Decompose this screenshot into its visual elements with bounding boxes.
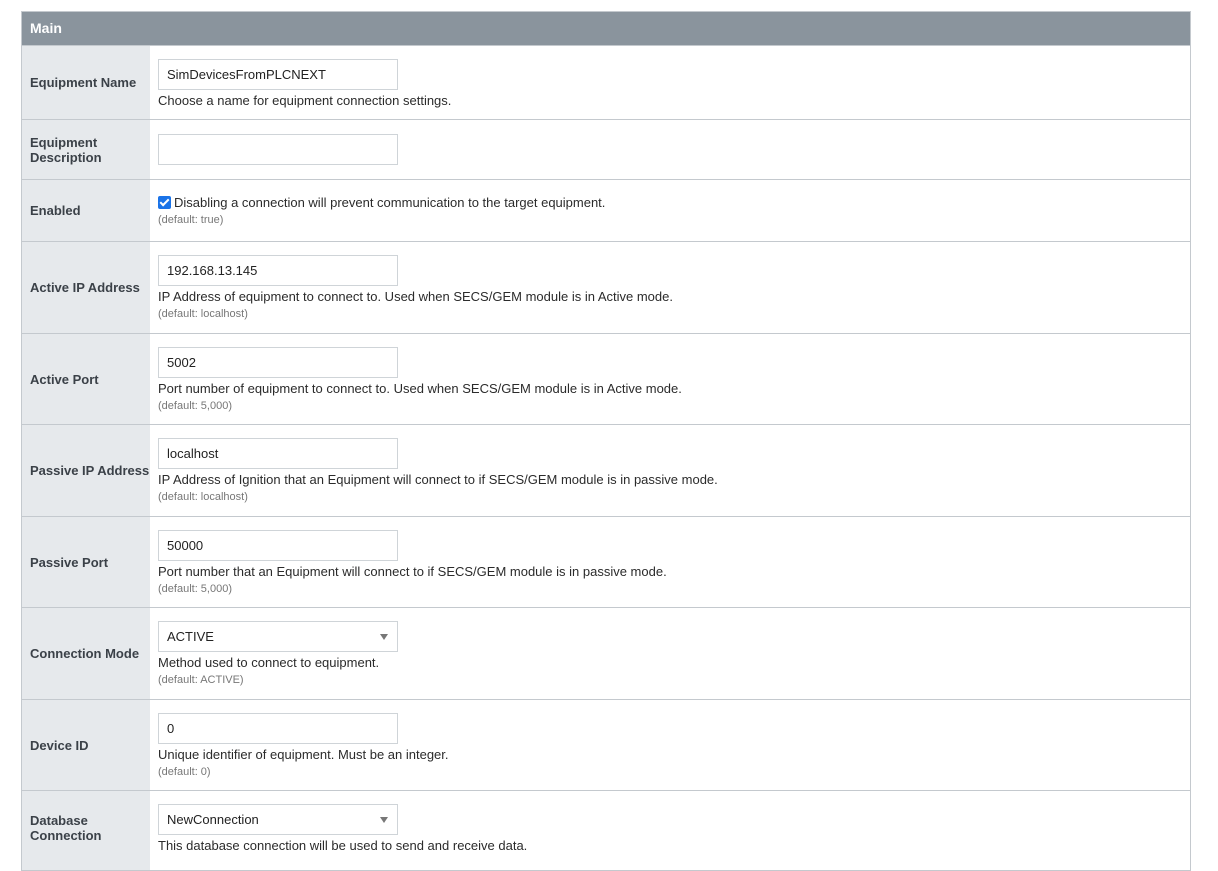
field-description: IP Address of equipment to connect to. U… <box>158 289 673 304</box>
database-connection-select[interactable]: NewConnection <box>158 804 398 835</box>
row-passive-ip: Passive IP Address localhost IP Address … <box>22 424 1190 516</box>
select-value: NewConnection <box>167 812 259 827</box>
row-equipment-description: Equipment Description <box>22 119 1190 179</box>
field-value: ACTIVE Method used to connect to equipme… <box>150 608 1190 699</box>
passive-ip-input[interactable]: localhost <box>158 438 398 469</box>
field-label: Passive Port <box>22 517 150 607</box>
row-database-connection: Database Connection NewConnection This d… <box>22 790 1190 870</box>
field-value <box>150 120 1190 179</box>
field-value: localhost IP Address of Ignition that an… <box>150 425 1190 516</box>
device-id-input[interactable]: 0 <box>158 713 398 744</box>
field-default: (default: 5,000) <box>158 583 232 595</box>
field-label: Equipment Name <box>22 46 150 119</box>
passive-port-input[interactable]: 50000 <box>158 530 398 561</box>
enabled-checkbox[interactable] <box>158 196 171 209</box>
field-description: Disabling a connection will prevent comm… <box>174 195 606 210</box>
field-default: (default: 5,000) <box>158 400 232 412</box>
active-port-input[interactable]: 5002 <box>158 347 398 378</box>
field-label: Passive IP Address <box>22 425 150 516</box>
field-value: 0 Unique identifier of equipment. Must b… <box>150 700 1190 790</box>
field-value: 50000 Port number that an Equipment will… <box>150 517 1190 607</box>
field-value: Disabling a connection will prevent comm… <box>150 180 1190 241</box>
field-default: (default: true) <box>158 214 224 226</box>
field-value: SimDevicesFromPLCNEXT Choose a name for … <box>150 46 1190 119</box>
row-active-port: Active Port 5002 Port number of equipmen… <box>22 333 1190 424</box>
field-value: NewConnection This database connection w… <box>150 791 1190 870</box>
field-value: 5002 Port number of equipment to connect… <box>150 334 1190 424</box>
row-equipment-name: Equipment Name SimDevicesFromPLCNEXT Cho… <box>22 45 1190 119</box>
field-label: Active IP Address <box>22 242 150 333</box>
field-default: (default: ACTIVE) <box>158 674 244 686</box>
row-passive-port: Passive Port 50000 Port number that an E… <box>22 516 1190 607</box>
active-ip-input[interactable]: 192.168.13.145 <box>158 255 398 286</box>
connection-mode-select[interactable]: ACTIVE <box>158 621 398 652</box>
field-label: Database Connection <box>22 791 150 870</box>
field-description: Method used to connect to equipment. <box>158 655 380 670</box>
section-title: Main <box>22 12 1190 45</box>
field-description: IP Address of Ignition that an Equipment… <box>158 472 718 487</box>
field-label: Connection Mode <box>22 608 150 699</box>
field-description: Port number of equipment to connect to. … <box>158 381 682 396</box>
field-value: 192.168.13.145 IP Address of equipment t… <box>150 242 1190 333</box>
field-description: Port number that an Equipment will conne… <box>158 564 667 579</box>
select-value: ACTIVE <box>167 629 214 644</box>
field-default: (default: 0) <box>158 766 211 778</box>
field-default: (default: localhost) <box>158 491 248 503</box>
equipment-name-input[interactable]: SimDevicesFromPLCNEXT <box>158 59 398 90</box>
field-label: Enabled <box>22 180 150 241</box>
row-connection-mode: Connection Mode ACTIVE Method used to co… <box>22 607 1190 699</box>
field-default: (default: localhost) <box>158 308 248 320</box>
row-enabled: Enabled Disabling a connection will prev… <box>22 179 1190 241</box>
field-description: Choose a name for equipment connection s… <box>158 93 452 108</box>
equipment-description-input[interactable] <box>158 134 398 165</box>
settings-panel: Main Equipment Name SimDevicesFromPLCNEX… <box>21 11 1191 871</box>
field-label: Equipment Description <box>22 120 150 179</box>
field-description: Unique identifier of equipment. Must be … <box>158 747 449 762</box>
row-device-id: Device ID 0 Unique identifier of equipme… <box>22 699 1190 790</box>
field-label: Active Port <box>22 334 150 424</box>
field-label: Device ID <box>22 700 150 790</box>
row-active-ip: Active IP Address 192.168.13.145 IP Addr… <box>22 241 1190 333</box>
chevron-down-icon <box>380 817 388 823</box>
enabled-checkbox-line: Disabling a connection will prevent comm… <box>158 195 1190 210</box>
chevron-down-icon <box>380 634 388 640</box>
